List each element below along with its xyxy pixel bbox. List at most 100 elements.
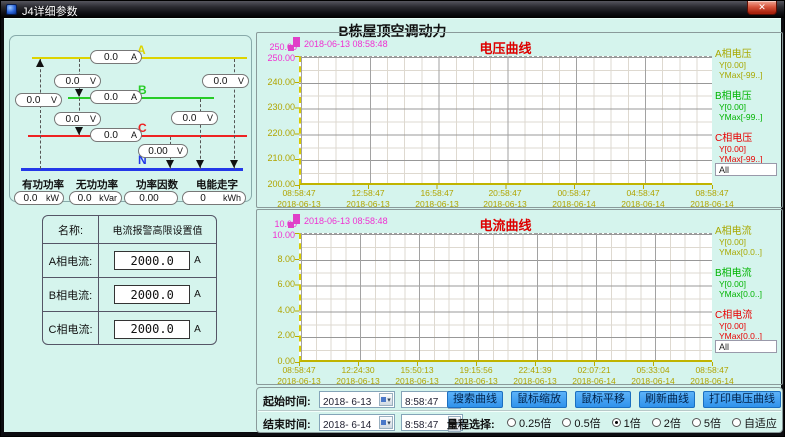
radio-icon[interactable] [562,418,571,427]
legend-item: B相电压 Y[0.00] YMax[-99..] [715,91,783,122]
arrow-up-icon [36,59,44,67]
y-tick: 220.00 [257,128,295,138]
energy-meter-pill: 0kWh [182,191,246,205]
chart-title: 电流曲线 [299,215,712,234]
app-icon [6,4,17,15]
voltage-plot-area[interactable] [299,56,712,185]
radio-icon[interactable] [507,418,516,427]
x-tick: 15:50:13 2018-06-13 [387,365,447,387]
x-tick: 08:58:47 2018-06-13 [265,188,333,210]
legend-all-button[interactable]: All [715,163,777,176]
row-label-a: A相电流: [43,244,99,278]
metric-label: 功率因数 [136,177,178,192]
mouse-zoom-button[interactable]: 鼠标缩放 [511,391,567,408]
y-axis-ticks [295,56,299,186]
range-option-1x[interactable]: 1倍 [612,415,641,431]
phase-n-line [21,168,243,171]
search-curve-button[interactable]: 搜索曲线 [447,391,503,408]
legend-item: B相电流 Y[0.00] YMax[0.0..] [715,268,783,299]
x-tick: 00:58:47 2018-06-14 [540,188,608,210]
voltage-chart-panel: 250.00 2018-06-13 08:58:48 电压曲线 250.00 2… [256,32,783,208]
y-tick: 230.00 [257,102,295,112]
start-date-field: ▾ [319,391,395,408]
range-option-025x[interactable]: 0.25倍 [507,415,551,431]
calendar-dropdown-icon[interactable]: ▾ [379,393,393,406]
legend-item: C相电流 Y[0.00] YMax[0.0..] [715,310,783,341]
window-title: J4详细参数 [22,3,78,19]
chart-title: 电压曲线 [299,38,712,57]
reactive-power-pill: 0.0kVar [69,191,122,205]
current-plot-area[interactable] [299,233,712,362]
table-row: A [99,244,216,278]
x-tick: 20:58:47 2018-06-13 [471,188,539,210]
range-option-2x[interactable]: 2倍 [652,415,681,431]
voltage-legend: A相电压 Y[0.00] YMax[-99..] B相电压 Y[0.00] YM… [715,49,783,175]
x-tick: 05:33:04 2018-06-14 [623,365,683,387]
calendar-dropdown-icon[interactable]: ▾ [379,416,393,429]
radio-icon[interactable] [732,418,741,427]
arrow-down-icon [196,160,204,168]
y-tick: 6.00 [257,279,295,289]
radio-icon[interactable] [692,418,701,427]
mouse-pan-button[interactable]: 鼠标平移 [575,391,631,408]
metric-label: 有功功率 [22,177,64,192]
table-row: A [99,312,216,345]
voltage-pill: 0.00V [138,144,188,158]
voltage-pill: 0.0V [54,74,101,88]
y-tick: 240.00 [257,77,295,87]
legend-item: A相电流 Y[0.00] YMax[0.0..] [715,226,783,257]
phase-c-limit-input[interactable] [114,320,190,339]
row-label-c: C相电流: [43,312,99,345]
active-power-pill: 0.0kW [14,191,64,205]
arrow-down-icon [230,160,238,168]
legend-item: A相电压 Y[0.00] YMax[-99..] [715,49,783,80]
phase-a-limit-input[interactable] [114,251,190,270]
power-factor-pill: 0.00 [124,191,178,205]
row-label-b: B相电流: [43,278,99,312]
x-tick: 08:58:47 2018-06-14 [678,188,746,210]
start-time-label: 起始时间: [263,393,311,409]
x-tick: 16:58:47 2018-06-13 [403,188,471,210]
range-option-05x[interactable]: 0.5倍 [562,415,600,431]
refresh-curve-button[interactable]: 刷新曲线 [639,391,695,408]
close-icon[interactable]: ✕ [747,1,777,15]
arrow-down-icon [166,160,174,168]
x-tick: 22:41:39 2018-06-13 [505,365,565,387]
divider [258,410,781,412]
current-legend: A相电流 Y[0.00] YMax[0.0..] B相电流 Y[0.00] YM… [715,226,783,352]
x-tick: 12:24:30 2018-06-13 [328,365,388,387]
table-header-value: 电流报警高限设置值 [99,216,216,244]
measure-line [200,99,201,169]
y-tick: 250.00 [257,53,295,63]
x-tick: 08:58:47 2018-06-13 [269,365,329,387]
title-bar: J4详细参数 ✕ [1,1,784,18]
metric-label: 无功功率 [76,177,118,192]
print-voltage-curve-button[interactable]: 打印电压曲线 [703,391,781,408]
radio-icon[interactable] [612,418,621,427]
arrow-down-icon [75,89,83,97]
current-alarm-table: 名称: 电流报警高限设置值 A相电流: A B相电流: A C相电流: A [42,215,217,345]
arrow-down-icon [75,127,83,135]
radio-icon[interactable] [652,418,661,427]
legend-all-button[interactable]: All [715,340,777,353]
x-tick: 12:58:47 2018-06-13 [334,188,402,210]
action-buttons: 搜索曲线 鼠标缩放 鼠标平移 刷新曲线 打印电压曲线 打印电流曲线 [447,391,779,408]
x-tick: 02:07:21 2018-06-14 [564,365,624,387]
x-tick: 19:15:56 2018-06-13 [446,365,506,387]
y-tick: 10.00 [257,230,295,240]
app-window: J4详细参数 ✕ B栋屋顶空调动力 A B C N [0,0,785,437]
range-options: 0.25倍 0.5倍 1倍 2倍 5倍 [507,414,777,431]
range-option-5x[interactable]: 5倍 [692,415,721,431]
y-tick: 210.00 [257,153,295,163]
range-option-auto[interactable]: 自适应 [732,415,777,431]
y-axis-ticks [295,233,299,363]
x-tick: 04:58:47 2018-06-14 [609,188,677,210]
y-tick: 4.00 [257,305,295,315]
voltage-pill: 0.0V [171,111,218,125]
main-content: B栋屋顶空调动力 A B C N 0.0A [4,18,781,432]
phase-b-limit-input[interactable] [114,285,190,304]
legend-item: C相电压 Y[0.00] YMax[-99..] [715,133,783,164]
current-chart-panel: 10.00 2018-06-13 08:58:48 电流曲线 10.00 8.0… [256,209,783,385]
voltage-pill: 0.0V [54,112,101,126]
voltage-pill: 0.0V [202,74,249,88]
